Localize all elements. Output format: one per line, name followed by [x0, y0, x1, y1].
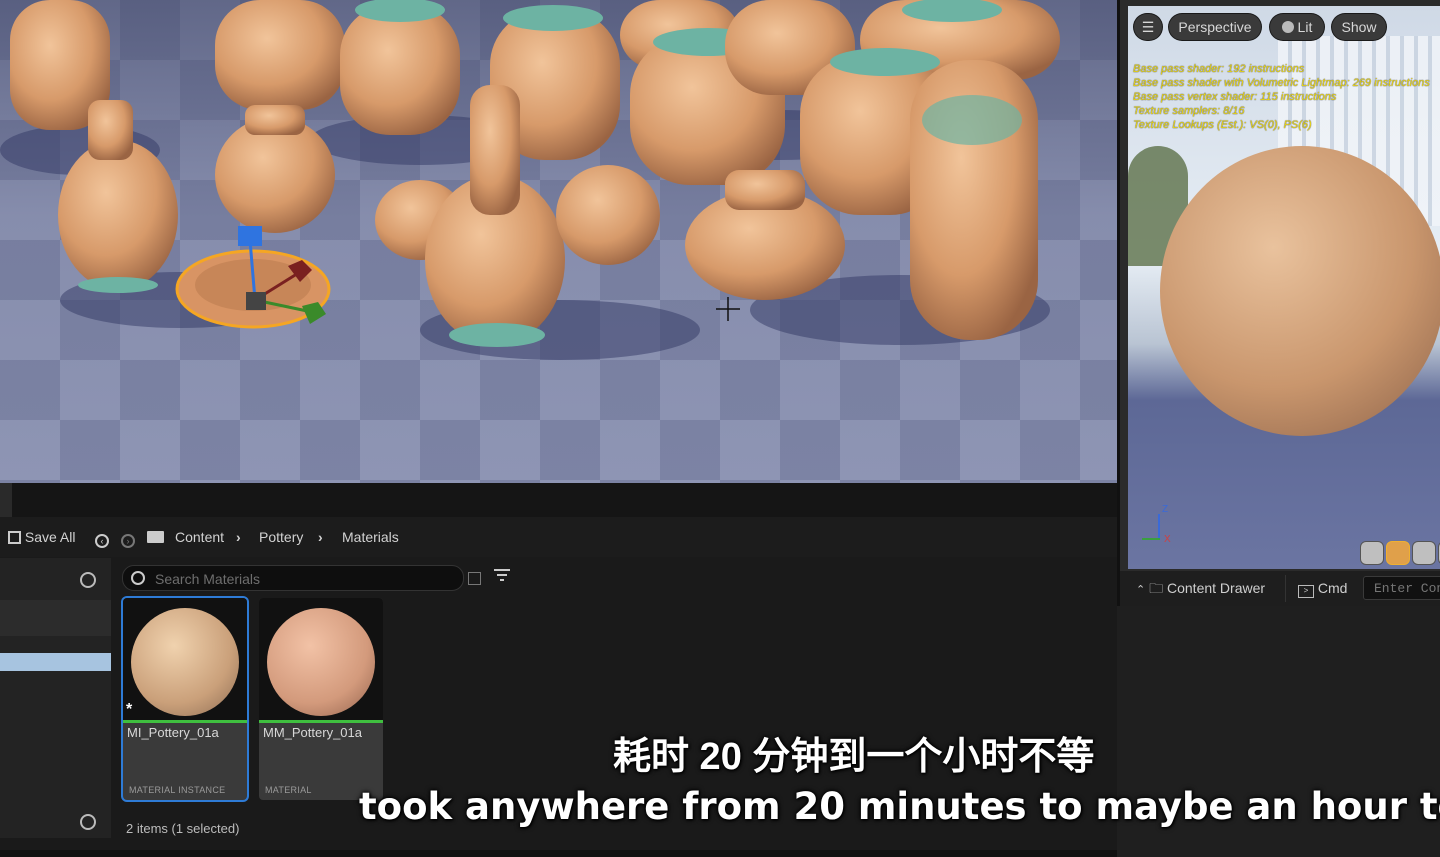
- folder-icon: 🗀: [1149, 580, 1164, 596]
- axis-z-label: Z: [1162, 504, 1169, 515]
- cmd-label: Cmd: [1317, 580, 1348, 596]
- tree-item[interactable]: [0, 600, 111, 636]
- save-all-label: Save All: [24, 529, 76, 545]
- breadcrumb-materials[interactable]: Materials: [342, 517, 399, 557]
- source-tree-panel: [0, 558, 111, 838]
- crosshair-cursor: [716, 297, 740, 321]
- pot: [215, 105, 335, 233]
- level-viewport[interactable]: [0, 0, 1117, 483]
- breadcrumb-content[interactable]: Content: [175, 517, 224, 557]
- divider: [1285, 575, 1286, 602]
- asset-search-box: [122, 565, 464, 592]
- shader-stats: Base pass shader: 192 instructions Base …: [1133, 62, 1430, 132]
- arrow-right-circle-icon: ›: [121, 534, 135, 548]
- preview-sphere: [1160, 146, 1440, 436]
- hamburger-icon: ☰: [1141, 19, 1155, 35]
- folder-icon: [147, 517, 164, 557]
- save-all-button[interactable]: Save All: [8, 517, 75, 557]
- subtitle-english: took anywhere from 20 minutes to maybe a…: [359, 785, 1440, 828]
- material-sphere-thumb: [267, 608, 375, 716]
- asset-name: MI_Pottery_01a: [127, 725, 219, 740]
- forward-button[interactable]: ›: [121, 517, 135, 557]
- content-drawer-label: Content Drawer: [1167, 580, 1266, 596]
- lit-button[interactable]: Lit: [1270, 14, 1324, 40]
- breadcrumb-pottery[interactable]: Pottery: [259, 517, 303, 557]
- lit-icon: [1281, 21, 1294, 33]
- lit-label: Lit: [1297, 19, 1313, 35]
- viewport-footer: [0, 483, 1117, 517]
- material-preview-panel: ☰ Perspective Lit Show Base pass shader:…: [1117, 0, 1440, 606]
- asset-type-bar: [123, 720, 247, 723]
- stat-line: Base pass shader: 192 instructions: [1133, 63, 1305, 75]
- chevron-right-icon: ›: [318, 529, 323, 545]
- preview-status-bar: ⌃ 🗀 Content Drawer > Cmd: [1120, 571, 1440, 606]
- chevron-right-icon: ›: [236, 529, 241, 545]
- perspective-button[interactable]: Perspective: [1169, 14, 1261, 40]
- search-input[interactable]: [153, 566, 457, 592]
- show-button[interactable]: Show: [1332, 14, 1386, 40]
- preview-viewport[interactable]: ☰ Perspective Lit Show Base pass shader:…: [1128, 6, 1440, 569]
- console-command-input[interactable]: [1363, 576, 1440, 600]
- filter-icon[interactable]: [494, 569, 510, 583]
- stat-line: Base pass shader with Volumetric Lightma…: [1133, 77, 1430, 89]
- subtitle-chinese: 耗时 20 分钟到一个小时不等: [613, 736, 1095, 778]
- item-count-status: 2 items (1 selected): [126, 821, 240, 836]
- asterisk-icon: *: [126, 701, 133, 718]
- asset-name: MM_Pottery_01a: [263, 725, 362, 740]
- content-browser-toolbar: Save All ‹ › Content › Pottery › Materia…: [0, 517, 1117, 557]
- cmd-button[interactable]: > Cmd: [1298, 571, 1347, 606]
- asset-tile-selected[interactable]: * MI_Pottery_01a MATERIAL INSTANCE: [123, 598, 247, 800]
- terminal-icon: >: [1298, 585, 1314, 598]
- stat-line: Texture Lookups (Est.): VS(0), PS(6): [1133, 119, 1312, 131]
- jar: [215, 0, 345, 110]
- pot: [556, 165, 660, 265]
- save-icon: [8, 531, 21, 544]
- content-drawer-button[interactable]: ⌃ 🗀 Content Drawer: [1136, 571, 1265, 606]
- preview-sphere-button[interactable]: [1386, 541, 1410, 565]
- axis-gizmo: Z X: [1138, 504, 1178, 545]
- search-icon[interactable]: [80, 572, 96, 588]
- asset-thumbnail: *: [123, 598, 247, 720]
- tree-item-selected[interactable]: [0, 653, 111, 671]
- preview-plane-button[interactable]: [1412, 541, 1436, 565]
- preview-cylinder-button[interactable]: [1360, 541, 1384, 565]
- tab-stub: [0, 483, 12, 517]
- asset-type: MATERIAL INSTANCE: [129, 785, 226, 795]
- stat-line: Base pass vertex shader: 115 instruction…: [1133, 91, 1337, 103]
- axis-x-label: X: [1164, 534, 1171, 545]
- stat-line: Texture samplers: 8/16: [1133, 105, 1245, 117]
- back-button[interactable]: ‹: [95, 517, 109, 557]
- viewport-menu-button[interactable]: ☰: [1134, 14, 1162, 40]
- asset-thumbnail: [259, 598, 383, 720]
- jar: [340, 0, 460, 135]
- asset-tile[interactable]: MM_Pottery_01a MATERIAL: [259, 598, 383, 800]
- tall-vase: [910, 60, 1038, 340]
- pottery-scene: [0, 0, 1060, 360]
- search-icon[interactable]: [80, 814, 96, 830]
- search-icon: [131, 571, 145, 585]
- asset-type-bar: [259, 720, 383, 723]
- save-search-icon[interactable]: [468, 572, 481, 585]
- material-sphere-thumb: [131, 608, 239, 716]
- bottom-strip: [0, 850, 1117, 857]
- arrow-left-circle-icon: ‹: [95, 534, 109, 548]
- chevron-up-icon: ⌃: [1136, 584, 1146, 596]
- asset-type: MATERIAL: [265, 785, 312, 795]
